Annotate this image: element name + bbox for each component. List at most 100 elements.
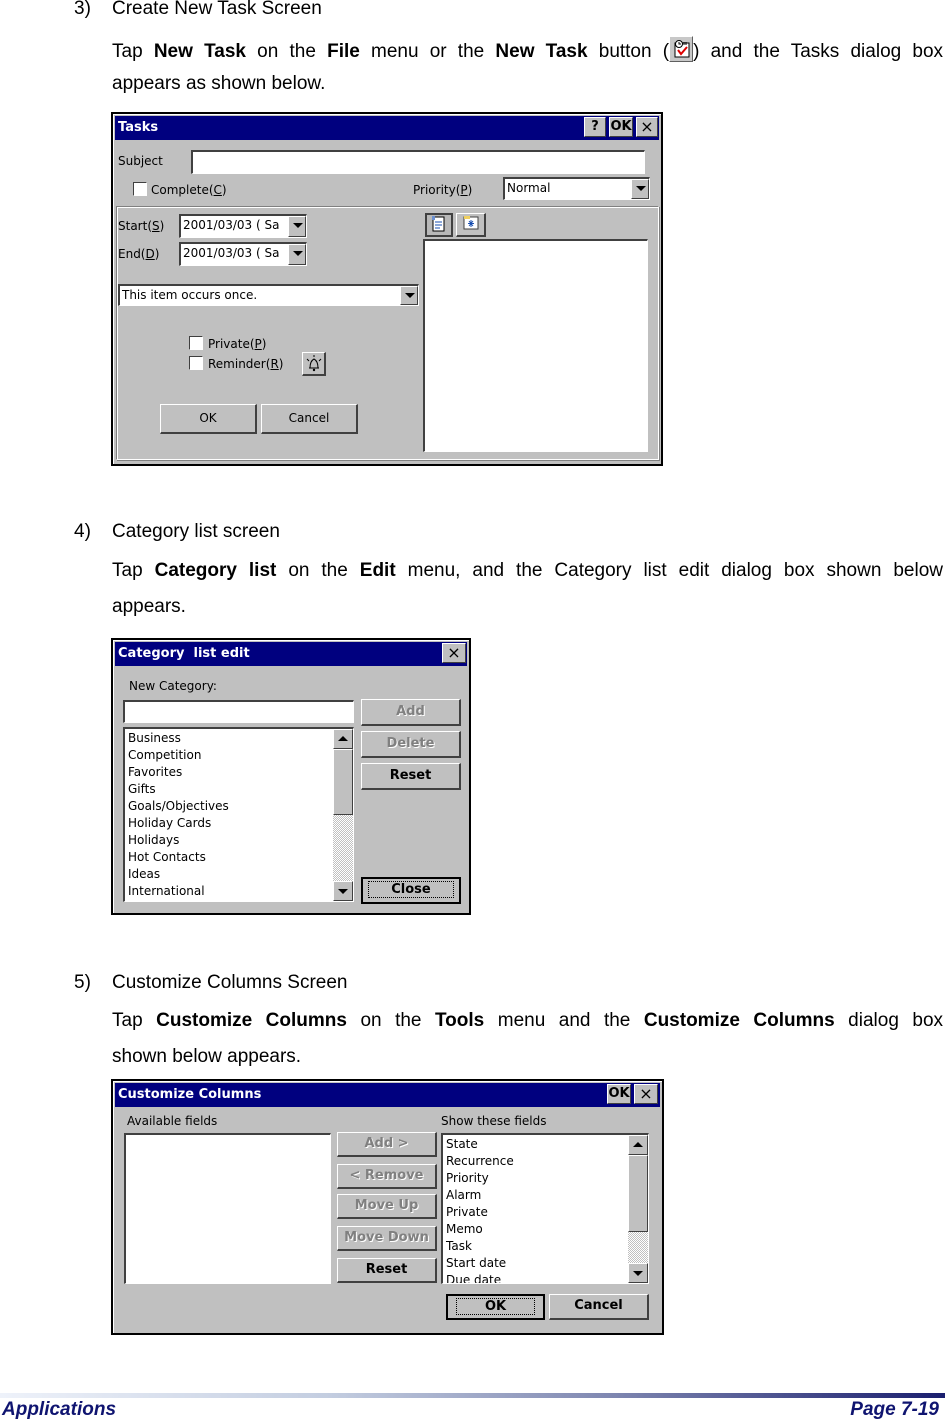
subject-input[interactable] — [191, 150, 645, 174]
category-list-item[interactable]: Goals/Objectives — [128, 798, 229, 815]
show-fields-listbox[interactable]: State Recurrence Priority Alarm Private Memo T… — [441, 1133, 649, 1284]
category-dialog-titlebar: Category list edit — [115, 642, 467, 666]
new-category-input[interactable] — [123, 700, 354, 723]
chevron-down-icon[interactable] — [288, 244, 306, 265]
dialog-title: Customize Columns — [118, 1087, 262, 1102]
move-up-button[interactable]: Move Up — [337, 1194, 437, 1219]
scroll-down-icon[interactable] — [628, 1263, 648, 1283]
move-down-button[interactable]: Move Down — [337, 1226, 437, 1251]
show-field-list-item[interactable]: Private — [446, 1204, 514, 1221]
category-tab-button[interactable] — [456, 213, 486, 237]
reset-button[interactable]: Reset — [337, 1258, 437, 1283]
reset-button[interactable]: Reset — [361, 763, 461, 790]
section-3-title: Create New Task Screen — [112, 0, 322, 19]
priority-value: Normal — [507, 181, 551, 195]
show-field-list-item[interactable]: Alarm — [446, 1187, 514, 1204]
category-list-item[interactable]: Competition — [128, 747, 229, 764]
category-list-item[interactable]: International — [128, 883, 229, 900]
footer-section: Applications — [2, 1399, 117, 1420]
category-items: Business Competition Favorites Gifts Goals/O… — [128, 730, 229, 900]
text: Tap — [112, 560, 155, 581]
label-text: ) — [154, 247, 160, 261]
category-list-item[interactable]: Holiday Cards — [128, 815, 229, 832]
private-label: Private(P) — [208, 336, 266, 352]
section-4-line2: appears. — [112, 596, 186, 617]
recurrence-select[interactable]: This item occurs once. — [118, 284, 419, 306]
category-list-item[interactable]: Gifts — [128, 781, 229, 798]
show-field-list-item[interactable]: Start date — [446, 1255, 514, 1272]
priority-select[interactable]: Normal — [503, 177, 650, 200]
close-icon[interactable]: × — [442, 643, 466, 663]
scroll-up-icon[interactable] — [333, 729, 353, 749]
label-text: Complete( — [151, 183, 214, 197]
help-button[interactable]: ? — [584, 117, 606, 137]
add-field-button[interactable]: Add > — [337, 1132, 437, 1157]
show-field-list-item[interactable]: State — [446, 1136, 514, 1153]
show-field-list-item[interactable]: Memo — [446, 1221, 514, 1238]
section-5-number: 5) — [74, 972, 91, 993]
close-icon[interactable]: × — [636, 117, 658, 137]
section-4-title: Category list screen — [112, 521, 280, 542]
reminder-checkbox[interactable] — [189, 356, 203, 370]
priority-label: Priority(P) — [413, 182, 472, 198]
available-fields-listbox[interactable] — [124, 1133, 331, 1284]
delete-button[interactable]: Delete — [361, 731, 461, 758]
show-field-list-item[interactable]: Recurrence — [446, 1153, 514, 1170]
private-checkbox[interactable] — [189, 336, 203, 350]
category-icon — [463, 216, 478, 230]
label-text: Private( — [208, 337, 255, 351]
ok-button[interactable]: OK — [160, 404, 257, 434]
close-button[interactable]: Close — [361, 877, 461, 904]
reminder-bell-button[interactable] — [302, 352, 326, 376]
ok-button[interactable]: OK — [446, 1294, 545, 1320]
available-fields-label: Available fields — [127, 1114, 218, 1128]
access-key: D — [145, 247, 155, 261]
bold-category-list: Category list — [154, 560, 277, 581]
title-ok-button[interactable]: OK — [609, 117, 633, 137]
chevron-down-icon[interactable] — [631, 179, 649, 199]
category-list-dialog: Category list edit × New Category: Busin… — [111, 638, 471, 915]
cancel-button[interactable]: Cancel — [549, 1294, 649, 1320]
show-field-list-item[interactable]: Due date — [446, 1272, 514, 1283]
scroll-down-icon[interactable] — [333, 881, 353, 901]
cancel-button[interactable]: Cancel — [261, 404, 358, 434]
vertical-scrollbar[interactable] — [333, 729, 353, 901]
customize-columns-dialog: Customize Columns OK × Available fields … — [111, 1079, 664, 1335]
access-key: S — [152, 219, 160, 233]
section-3-line2: appears as shown below. — [112, 73, 326, 94]
title-ok-button[interactable]: OK — [607, 1084, 631, 1104]
end-date-select[interactable]: 2001/03/03 ( Sa — [179, 242, 307, 266]
scroll-up-icon[interactable] — [628, 1135, 648, 1155]
chevron-down-icon[interactable] — [400, 286, 418, 305]
close-icon[interactable]: × — [634, 1084, 658, 1104]
footer-rule — [0, 1393, 945, 1398]
category-list-item[interactable]: Favorites — [128, 764, 229, 781]
category-list-item[interactable]: Holidays — [128, 832, 229, 849]
subject-label: Subject — [118, 154, 163, 168]
category-list-item[interactable]: Ideas — [128, 866, 229, 883]
add-button[interactable]: Add — [361, 699, 461, 726]
text: Tap — [112, 41, 154, 62]
text: on the — [346, 1010, 435, 1031]
show-field-list-item[interactable]: Task — [446, 1238, 514, 1255]
label-text: ) — [159, 219, 165, 233]
show-field-list-item[interactable]: Priority — [446, 1170, 514, 1187]
remove-field-button[interactable]: < Remove — [337, 1164, 437, 1189]
chevron-down-icon[interactable] — [288, 216, 306, 237]
scroll-thumb[interactable] — [628, 1155, 648, 1232]
complete-checkbox[interactable] — [133, 182, 147, 196]
category-listbox[interactable]: Business Competition Favorites Gifts Goals/O… — [123, 727, 354, 902]
text: menu and the — [484, 1010, 644, 1031]
scroll-thumb[interactable] — [333, 749, 353, 815]
category-list-item[interactable]: Business — [128, 730, 229, 747]
start-date-value: 2001/03/03 ( Sa — [183, 218, 280, 232]
vertical-scrollbar[interactable] — [628, 1135, 648, 1283]
text: button ( — [587, 41, 670, 62]
tasks-dialog-titlebar: Tasks — [115, 116, 659, 140]
start-date-select[interactable]: 2001/03/03 ( Sa — [179, 214, 307, 238]
dialog-title: Category list edit — [118, 646, 250, 661]
category-list-item[interactable]: Hot Contacts — [128, 849, 229, 866]
tasks-dialog: Tasks ? OK × Subject Complete(C) Priorit… — [111, 112, 663, 466]
notes-tab-button[interactable] — [425, 213, 453, 237]
notes-area[interactable] — [423, 239, 648, 452]
